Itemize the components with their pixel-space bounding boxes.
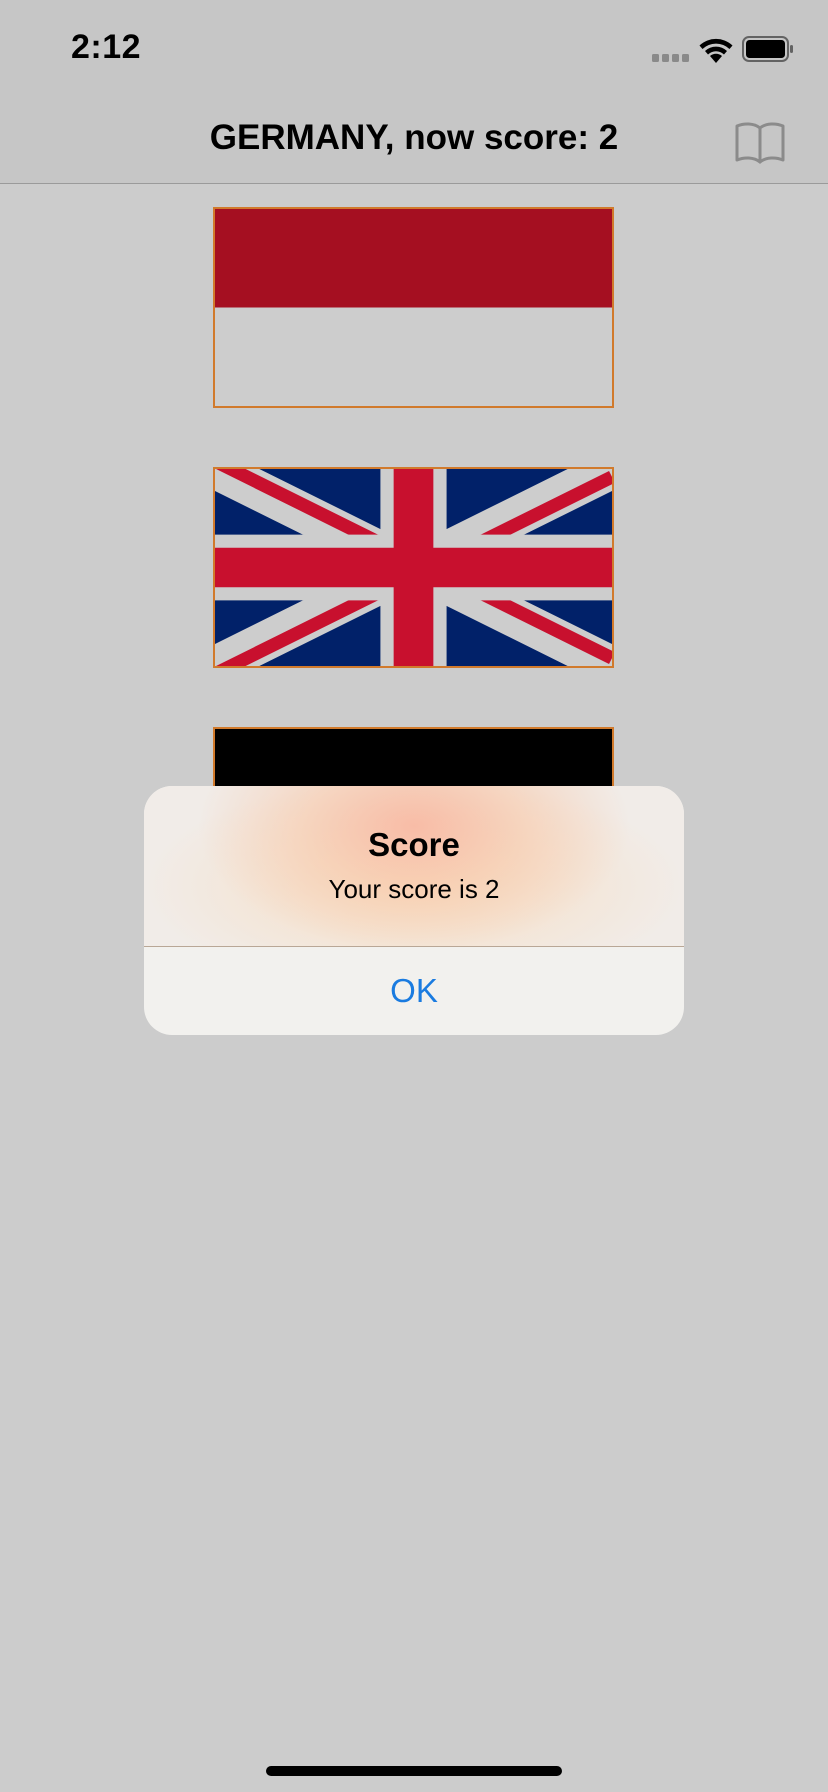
ok-button[interactable]: OK [144,947,684,1035]
home-indicator[interactable] [266,1766,562,1776]
score-alert: Score Your score is 2 OK [144,786,684,1035]
alert-header: Score Your score is 2 [144,786,684,946]
alert-message: Your score is 2 [328,874,500,904]
alert-title: Score [368,826,460,863]
